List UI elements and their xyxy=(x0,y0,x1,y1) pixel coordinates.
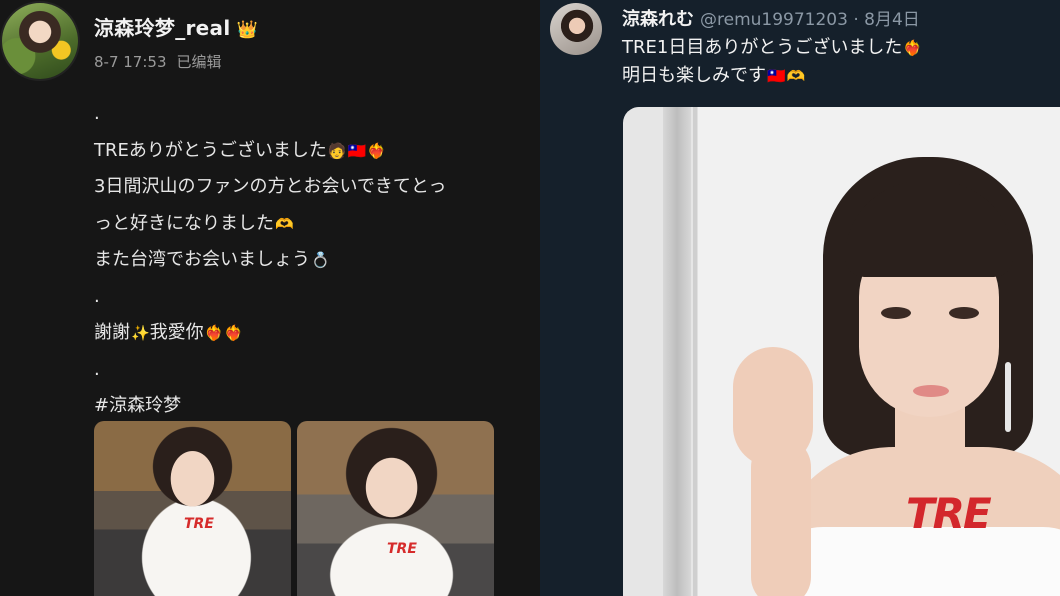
line-text: 謝謝 xyxy=(94,322,130,343)
heart-hands-icon: 🫶 xyxy=(275,214,294,233)
user-avatar[interactable] xyxy=(2,3,78,79)
post-line: . xyxy=(94,279,540,316)
tweet-panel: 涼森れむ @remu19971203 · 8月4日 TRE1日目ありがとうございま… xyxy=(540,0,1060,596)
sparkles-icon: ✨ xyxy=(131,324,150,342)
post-meta: 8-7 17:53 已编辑 xyxy=(94,51,222,72)
post-image-thumbnail[interactable]: TRE xyxy=(297,421,494,596)
post-line: TREありがとうございました🧑🇹🇼❤️‍🔥 xyxy=(94,133,540,170)
tre-logo: TRE xyxy=(184,516,214,532)
neck-shape xyxy=(895,407,965,477)
post-body: . TREありがとうございました🧑🇹🇼❤️‍🔥 3日間沢山のファンの方とお会いで… xyxy=(94,96,540,425)
post-line: 3日間沢山のファンの方とお会いできてとっ xyxy=(94,169,540,206)
weibo-post-panel: 涼森玲梦_real 👑 8-7 17:53 已编辑 . TREありがとうございました… xyxy=(0,0,540,596)
tweet-date[interactable]: 8月4日 xyxy=(864,10,920,30)
hashtag-link[interactable]: #涼森玲梦 xyxy=(94,395,181,416)
line-text: また台湾でお会いましょう xyxy=(94,249,310,270)
edited-label: 已编辑 xyxy=(176,53,222,71)
post-line: . xyxy=(94,352,540,389)
heart-on-fire-icon: ❤️‍🔥 xyxy=(367,141,386,160)
post-image-thumbnail[interactable]: TRE xyxy=(94,421,291,596)
crown-icon: 👑 xyxy=(236,20,258,40)
tweet-photo[interactable]: TRE xyxy=(623,107,1060,596)
line-text: 我愛你 xyxy=(149,322,204,343)
tre-logo: TRE xyxy=(387,541,417,557)
line-text: . xyxy=(94,358,100,380)
tweet-header: 涼森れむ @remu19971203 · 8月4日 xyxy=(622,5,920,31)
heart-on-fire-icon: ❤️‍🔥 xyxy=(224,324,244,342)
post-line: 謝謝✨我愛你❤️‍🔥❤️‍🔥 xyxy=(94,315,540,352)
tweet-line: 明日も楽しみです🇹🇼🫶 xyxy=(622,62,922,90)
line-text: . xyxy=(94,103,100,124)
user-avatar[interactable] xyxy=(550,3,602,55)
line-text: TRE1日目ありがとうございました xyxy=(622,37,903,58)
tre-logo: TRE xyxy=(906,489,992,538)
line-text: 3日間沢山のファンの方とお会いできてとっ xyxy=(94,176,447,197)
taiwan-flag-icon: 🇹🇼 xyxy=(767,67,786,85)
heart-on-fire-icon: ❤️‍🔥 xyxy=(204,324,224,342)
hand-shape xyxy=(733,347,813,467)
line-text: っと好きになりました xyxy=(94,212,274,234)
username-text[interactable]: 涼森玲梦_real xyxy=(94,16,230,40)
handle-text[interactable]: @remu19971203 xyxy=(700,10,848,30)
user-handle[interactable]: @remu19971203 · 8月4日 xyxy=(700,10,920,30)
taiwan-flag-icon: 🇹🇼 xyxy=(347,141,367,160)
line-text: TREありがとうございました xyxy=(94,139,327,161)
separator: · xyxy=(853,10,859,30)
post-line: #涼森玲梦 xyxy=(94,388,540,425)
eye-shape xyxy=(949,307,979,319)
eye-shape xyxy=(881,307,911,319)
heart-hands-icon: 🫶 xyxy=(786,67,806,85)
post-timestamp: 8-7 17:53 xyxy=(94,53,167,71)
display-name[interactable]: 涼森れむ xyxy=(622,9,694,30)
ring-icon: 💍 xyxy=(311,251,330,269)
lips-shape xyxy=(913,385,949,397)
line-text: . xyxy=(94,285,100,307)
username[interactable]: 涼森玲梦_real 👑 xyxy=(94,12,258,41)
heart-on-fire-icon: ❤️‍🔥 xyxy=(903,39,923,57)
post-line: っと好きになりました🫶 xyxy=(94,206,540,243)
earring-shape xyxy=(1005,362,1011,432)
tweet-body: TRE1日目ありがとうございました❤️‍🔥 明日も楽しみです🇹🇼🫶 xyxy=(622,34,922,90)
person-emoji-icon: 🧑 xyxy=(327,141,347,160)
line-text: 明日も楽しみです xyxy=(622,65,766,86)
tweet-line: TRE1日目ありがとうございました❤️‍🔥 xyxy=(622,34,922,62)
background-pillar xyxy=(663,107,691,596)
post-line: . xyxy=(94,96,540,133)
post-line: また台湾でお会いましょう💍 xyxy=(94,242,540,279)
